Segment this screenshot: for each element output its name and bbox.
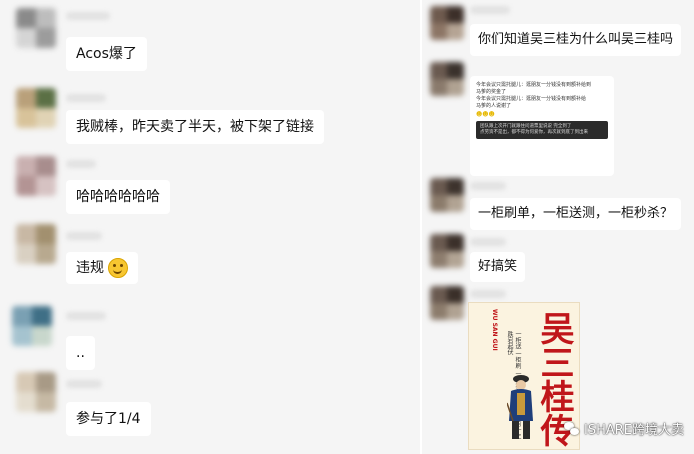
message-bubble[interactable]: 我贼棒，昨天卖了半天，被下架了链接 bbox=[66, 110, 324, 144]
avatar[interactable] bbox=[430, 286, 464, 320]
sender-name bbox=[470, 290, 506, 298]
sender-name bbox=[66, 232, 102, 240]
sender-name bbox=[470, 238, 506, 246]
screenshot-line: 马爹的奖金了 bbox=[476, 89, 507, 95]
wechat-icon bbox=[563, 421, 580, 436]
watermark: ISHARE跨境大卖 bbox=[563, 419, 684, 438]
message-bubble[interactable]: .. bbox=[66, 336, 95, 370]
avatar[interactable] bbox=[430, 234, 464, 268]
sender-name bbox=[470, 6, 510, 14]
chat-pane-left: Acos爆了 我贼棒，昨天卖了半天，被下架了链接 哈哈哈哈哈哈 违规 .. 参与… bbox=[0, 0, 420, 454]
avatar[interactable] bbox=[430, 6, 464, 40]
watermark-text: ISHARE跨境大卖 bbox=[583, 423, 684, 438]
avatar[interactable] bbox=[16, 224, 56, 264]
chat-pane-right: 你们知道吴三桂为什么叫吴三桂吗 今年会议只需托腿儿：逛朋友一分钱没有到额补给到 … bbox=[422, 0, 694, 454]
sender-name bbox=[470, 182, 506, 190]
avatar[interactable] bbox=[430, 62, 464, 96]
message-bubble[interactable]: 好搞笑 bbox=[470, 252, 526, 282]
smile-emoji-icon bbox=[108, 258, 128, 278]
avatar[interactable] bbox=[16, 88, 56, 128]
avatar[interactable] bbox=[16, 8, 56, 48]
sender-name bbox=[66, 94, 106, 102]
message-bubble[interactable]: 哈哈哈哈哈哈 bbox=[66, 180, 170, 214]
emoji-row: ☻☻☻ bbox=[476, 111, 495, 118]
screenshot-dark-block: 团队跟上次开门就跟住问道票里说说 完全到了 点劳资不是出，都不得为何爱你，再次就… bbox=[476, 121, 608, 139]
message-bubble[interactable]: 违规 bbox=[66, 252, 138, 284]
avatar[interactable] bbox=[16, 156, 56, 196]
screenshot-dark-line: 点劳资不是出，都不得为何爱你，再次就到底了到出来 bbox=[480, 130, 588, 135]
avatar[interactable] bbox=[16, 372, 56, 412]
screenshot-line: 今年会议只需托腿儿：逛朋友一分钱没有到额补给到 bbox=[476, 82, 592, 88]
screenshot-line: 马爹的人说谢了 bbox=[476, 103, 512, 109]
sender-name bbox=[66, 160, 96, 168]
sender-name bbox=[66, 12, 110, 20]
message-bubble[interactable]: 你们知道吴三桂为什么叫吴三桂吗 bbox=[470, 24, 682, 56]
screenshot-image[interactable]: 今年会议只需托腿儿：逛朋友一分钱没有到额补给到 马爹的奖金了 今年会议只需托腿儿… bbox=[470, 76, 614, 176]
message-bubble[interactable]: 参与了1/4 bbox=[66, 402, 151, 436]
message-bubble[interactable]: Acos爆了 bbox=[66, 37, 147, 71]
message-text: 违规 bbox=[76, 260, 104, 276]
avatar[interactable] bbox=[12, 306, 52, 346]
historical-figure-illustration bbox=[507, 375, 533, 439]
avatar[interactable] bbox=[430, 178, 464, 212]
sender-name bbox=[66, 380, 102, 388]
message-bubble[interactable]: 一柜刷单，一柜送测，一柜秒杀？ bbox=[470, 198, 682, 230]
sender-name bbox=[66, 312, 106, 320]
screenshot-line: 今年会议只需托腿儿：逛朋友一分钱没有到额补给 bbox=[476, 96, 587, 102]
